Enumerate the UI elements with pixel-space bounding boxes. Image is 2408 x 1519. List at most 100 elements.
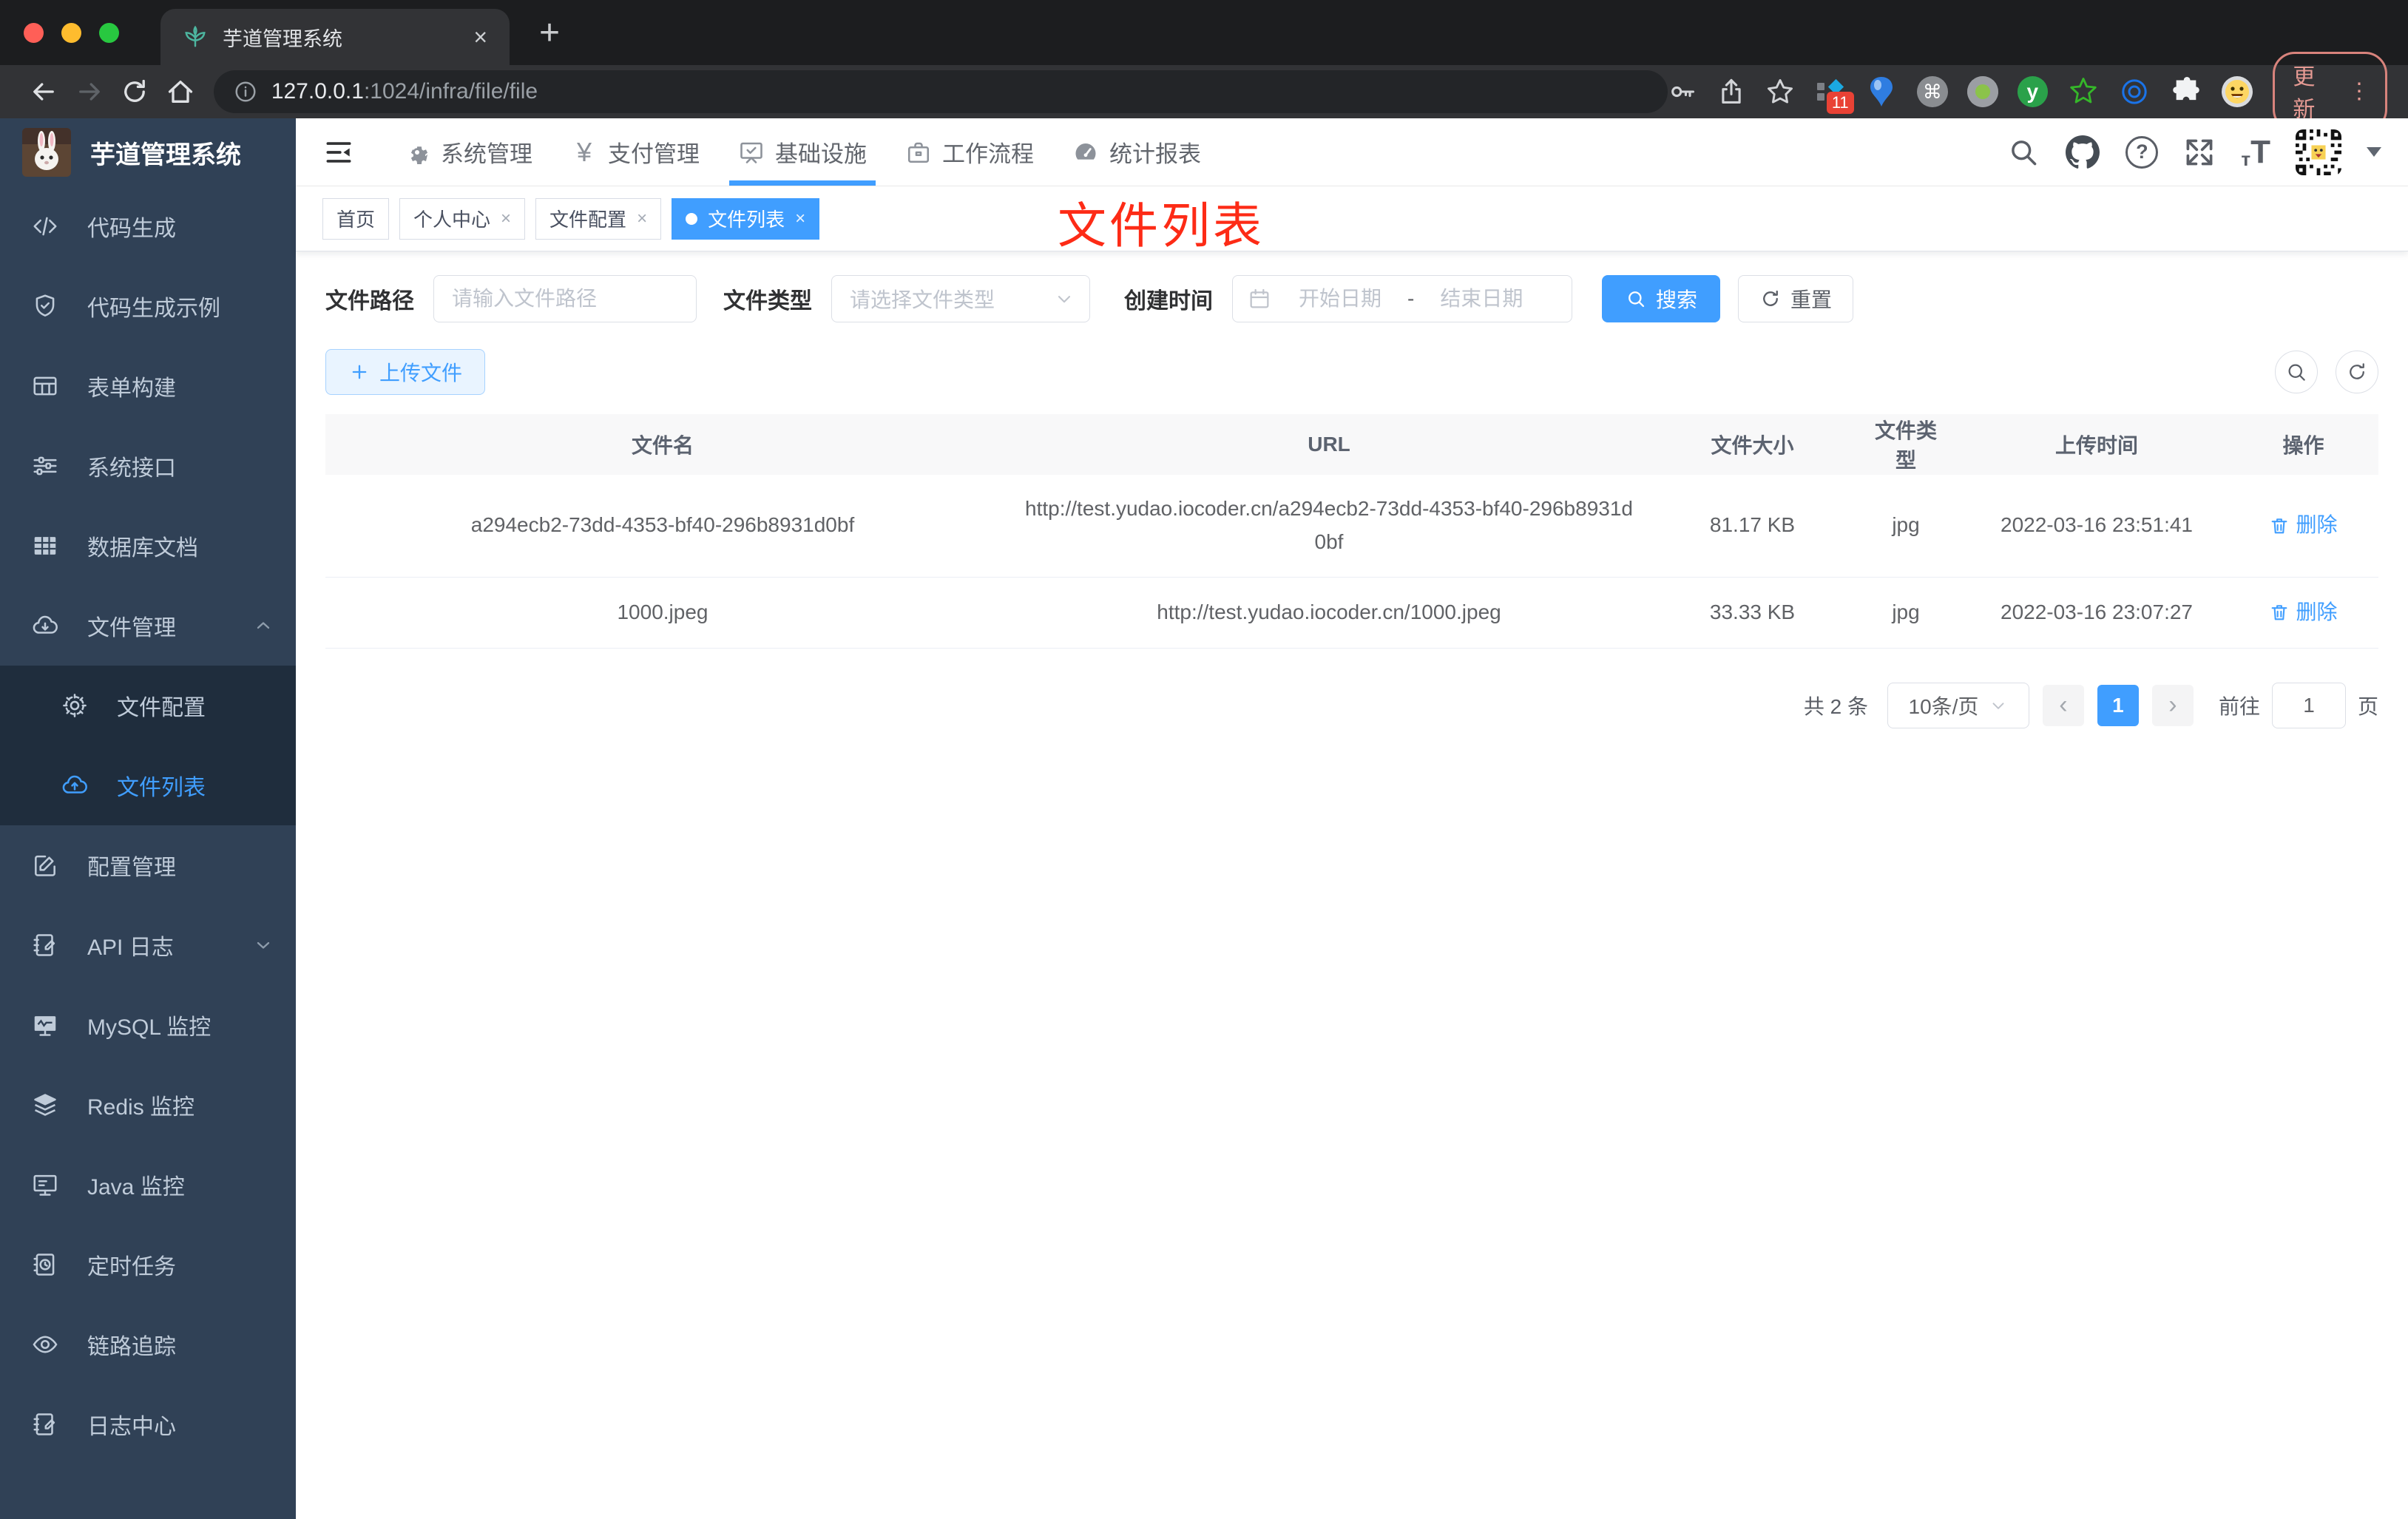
sidebar-item-scheduled-tasks[interactable]: 定时任务 bbox=[0, 1225, 296, 1305]
sidebar-item-file-config[interactable]: 文件配置 bbox=[0, 666, 296, 745]
delete-button[interactable]: 删除 bbox=[2269, 596, 2338, 629]
page-size-select[interactable]: 10条/页 bbox=[1887, 682, 2029, 728]
chevron-down-icon bbox=[1054, 288, 1075, 309]
help-icon[interactable]: ? bbox=[2125, 135, 2159, 169]
window-zoom-button[interactable] bbox=[99, 22, 119, 43]
reset-button[interactable]: 重置 bbox=[1738, 275, 1854, 322]
sidebar-item-label: 表单构建 bbox=[87, 376, 176, 401]
browser-menu-icon[interactable]: ⋮ bbox=[2348, 78, 2370, 104]
tags-bar: 首页 个人中心 × 文件配置 × 文件列表 × 文件列表 bbox=[296, 186, 2408, 253]
doc-clock-icon bbox=[31, 1251, 59, 1279]
delete-button[interactable]: 删除 bbox=[2269, 509, 2338, 542]
reload-icon[interactable] bbox=[112, 69, 158, 115]
tag-home[interactable]: 首页 bbox=[322, 197, 390, 240]
share-icon[interactable] bbox=[1717, 77, 1746, 106]
extension-cmd-icon[interactable]: ⌘ bbox=[1917, 76, 1948, 107]
top-nav-infra[interactable]: 基础设施 bbox=[719, 118, 886, 186]
sidebar-item-log-center[interactable]: 日志中心 bbox=[0, 1384, 296, 1464]
profile-emoji-icon[interactable] bbox=[2221, 75, 2253, 108]
extension-tag-manager-icon[interactable]: 11 bbox=[1814, 75, 1854, 114]
back-icon[interactable] bbox=[21, 69, 67, 115]
top-nav-reports[interactable]: 统计报表 bbox=[1053, 118, 1220, 186]
refresh-table-button[interactable] bbox=[2336, 351, 2378, 393]
bookmark-star-icon[interactable] bbox=[1765, 77, 1795, 106]
window-close-button[interactable] bbox=[24, 22, 44, 43]
extension-eye-icon[interactable] bbox=[2118, 75, 2150, 108]
sidebar-item-tracing[interactable]: 链路追踪 bbox=[0, 1305, 296, 1384]
top-nav-system[interactable]: 系统管理 bbox=[385, 118, 552, 186]
briefcase-icon bbox=[905, 139, 932, 166]
sidebar-item-java-monitor[interactable]: Java 监控 bbox=[0, 1145, 296, 1225]
chevron-down-icon[interactable] bbox=[2367, 147, 2381, 164]
tag-file-config[interactable]: 文件配置 × bbox=[535, 197, 662, 240]
search-icon bbox=[1625, 288, 1647, 310]
sidebar-logo-row[interactable]: 芋道管理系统 bbox=[0, 118, 296, 186]
extensions-puzzle-icon[interactable] bbox=[2170, 75, 2202, 108]
close-icon[interactable]: × bbox=[795, 209, 805, 229]
font-size-icon[interactable]: тT bbox=[2241, 135, 2270, 169]
browser-tab[interactable]: 芋道管理系统 × bbox=[160, 9, 510, 65]
url-bar[interactable]: 127.0.0.1:1024/infra/file/file bbox=[213, 70, 1668, 113]
search-button-label: 搜索 bbox=[1656, 288, 1698, 311]
upload-file-button[interactable]: 上传文件 bbox=[325, 349, 486, 395]
goto-label: 前往 bbox=[2218, 694, 2260, 718]
tab-close-icon[interactable]: × bbox=[473, 25, 487, 49]
window-minimize-button[interactable] bbox=[61, 22, 81, 43]
fullscreen-icon[interactable] bbox=[2183, 136, 2216, 169]
sidebar-item-api-log[interactable]: API 日志 bbox=[0, 905, 296, 985]
sidebar-item-redis-monitor[interactable]: Redis 监控 bbox=[0, 1065, 296, 1145]
sidebar-item-file-management[interactable]: 文件管理 bbox=[0, 586, 296, 666]
start-date-input[interactable] bbox=[1285, 287, 1396, 311]
url-path: :1024/infra/file/file bbox=[363, 79, 538, 104]
avatar[interactable] bbox=[2296, 129, 2341, 175]
extension-dot-icon[interactable] bbox=[1966, 76, 1998, 107]
close-icon[interactable]: × bbox=[637, 209, 647, 229]
sidebar-item-label: 代码生成示例 bbox=[87, 297, 220, 321]
tag-file-list[interactable]: 文件列表 × bbox=[672, 197, 820, 240]
search-icon[interactable] bbox=[2007, 136, 2040, 169]
extension-balloon-icon[interactable] bbox=[1866, 75, 1898, 108]
site-info-icon[interactable] bbox=[233, 79, 258, 104]
code-icon bbox=[31, 212, 59, 240]
sidebar-item-file-list[interactable]: 文件列表 bbox=[0, 745, 296, 825]
col-header-name: 文件名 bbox=[631, 434, 694, 457]
sidebar-item-db-doc[interactable]: 数据库文档 bbox=[0, 506, 296, 586]
prev-page-button[interactable]: ‹ bbox=[2042, 684, 2084, 726]
sidebar-item-config-management[interactable]: 配置管理 bbox=[0, 825, 296, 905]
extension-y-glyph: y bbox=[2026, 80, 2039, 103]
top-nav-label: 支付管理 bbox=[608, 141, 700, 167]
active-dot bbox=[686, 212, 698, 225]
top-nav-label: 工作流程 bbox=[942, 141, 1034, 167]
goto-page-input[interactable] bbox=[2271, 682, 2346, 728]
gear-icon bbox=[404, 139, 430, 166]
sidebar-item-code-gen-demo[interactable]: 代码生成示例 bbox=[0, 266, 296, 346]
toggle-search-button[interactable] bbox=[2275, 351, 2318, 393]
forward-icon[interactable] bbox=[67, 69, 112, 115]
file-path-label: 文件路径 bbox=[325, 289, 414, 314]
home-icon[interactable] bbox=[158, 69, 203, 115]
new-tab-button[interactable]: + bbox=[539, 13, 560, 53]
sidebar-item-system-api[interactable]: 系统接口 bbox=[0, 426, 296, 506]
extension-y-icon[interactable]: y bbox=[2017, 76, 2049, 107]
cell-file-size: 81.17 KB bbox=[1709, 513, 1796, 537]
close-icon[interactable]: × bbox=[501, 209, 511, 229]
search-button[interactable]: 搜索 bbox=[1602, 275, 1721, 322]
create-time-label: 创建时间 bbox=[1124, 289, 1213, 314]
extension-star-icon[interactable] bbox=[2067, 75, 2099, 108]
date-range-picker[interactable]: - bbox=[1232, 275, 1572, 322]
sidebar-collapse-icon[interactable] bbox=[315, 129, 362, 176]
sidebar-item-mysql-monitor[interactable]: MySQL 监控 bbox=[0, 985, 296, 1065]
file-type-select[interactable]: 请选择文件类型 bbox=[831, 275, 1090, 322]
sidebar-item-code-gen[interactable]: 代码生成 bbox=[0, 186, 296, 266]
end-date-input[interactable] bbox=[1426, 287, 1538, 311]
file-path-input[interactable] bbox=[433, 275, 697, 322]
yen-icon: ¥ bbox=[576, 136, 592, 167]
github-icon[interactable] bbox=[2065, 135, 2100, 170]
password-key-icon[interactable] bbox=[1668, 77, 1697, 106]
page-1-button[interactable]: 1 bbox=[2097, 684, 2139, 726]
tag-profile[interactable]: 个人中心 × bbox=[399, 197, 526, 240]
next-page-button[interactable]: › bbox=[2151, 684, 2194, 726]
top-nav-payment[interactable]: ¥ 支付管理 bbox=[552, 118, 719, 186]
sidebar-item-form-builder[interactable]: 表单构建 bbox=[0, 346, 296, 426]
top-nav-workflow[interactable]: 工作流程 bbox=[886, 118, 1053, 186]
